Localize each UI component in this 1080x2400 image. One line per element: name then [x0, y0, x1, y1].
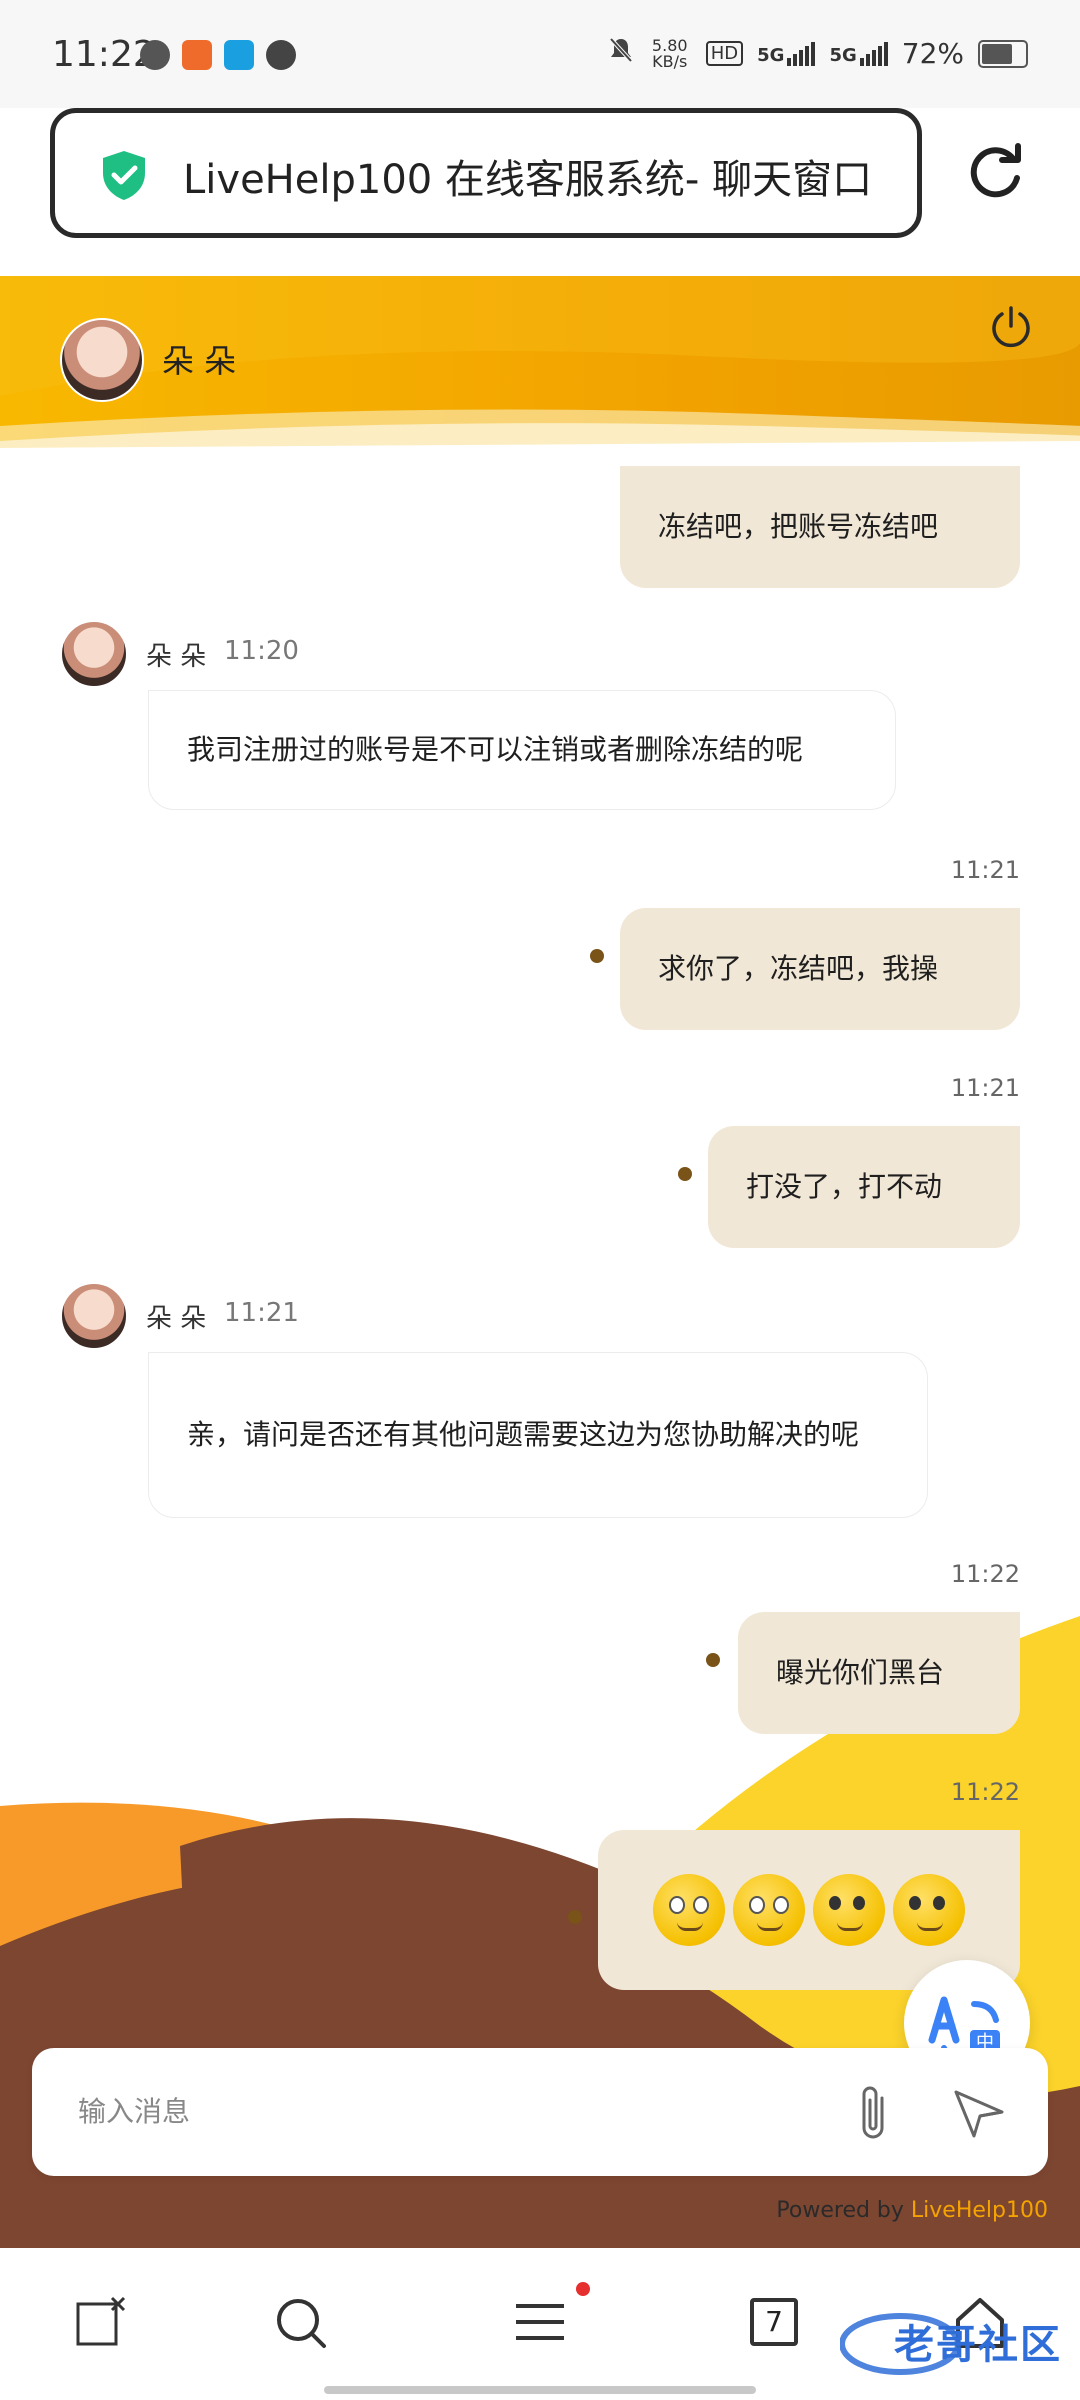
- reload-icon[interactable]: [964, 142, 1026, 204]
- address-bar[interactable]: LiveHelp100 在线客服系统- 聊天窗口: [50, 108, 922, 238]
- message-time: 11:22: [950, 1560, 1020, 1588]
- agent-name: 朵 朵: [146, 642, 207, 672]
- my-message-bubble[interactable]: 打没了，打不动: [708, 1126, 1020, 1248]
- attachment-icon[interactable]: [852, 2080, 896, 2146]
- chat-header: 朵 朵: [0, 276, 1080, 466]
- message-time: 11:21: [224, 1298, 299, 1328]
- close-tab-icon[interactable]: [72, 2294, 128, 2350]
- net-speed: 5.80 KB/s: [651, 35, 688, 71]
- agent-name: 朵 朵: [162, 342, 237, 380]
- message-icon: [266, 40, 296, 70]
- agent-message-bubble[interactable]: 亲，请问是否还有其他问题需要这边为您协助解决的呢: [148, 1352, 928, 1518]
- read-status-dot: [568, 1910, 582, 1924]
- hd-badge: HD: [705, 41, 744, 66]
- message-time: 11:21: [950, 1074, 1020, 1102]
- smile-emoji-icon: [813, 1874, 885, 1946]
- app-notification-icon: [182, 40, 212, 70]
- search-icon[interactable]: [272, 2294, 328, 2350]
- watermark: 老哥社区: [839, 2304, 1072, 2378]
- my-message-bubble[interactable]: 求你了，冻结吧，我操: [620, 908, 1020, 1030]
- watermark-text: 老哥社区: [894, 2322, 1062, 2368]
- read-status-dot: [678, 1167, 692, 1181]
- my-message-bubble[interactable]: 曝光你们黑台: [738, 1612, 1020, 1734]
- mute-icon: [608, 36, 634, 71]
- tabs-count-button[interactable]: 7: [750, 2298, 798, 2346]
- message-time: 11:20: [224, 636, 299, 666]
- eye-roll-emoji-icon: [733, 1874, 805, 1946]
- eye-roll-emoji-icon: [653, 1874, 725, 1946]
- powered-by: Powered by LiveHelp100: [776, 2198, 1048, 2223]
- agent-avatar: [60, 318, 144, 402]
- status-right: 5.80 KB/s HD 5G 5G 72%: [608, 36, 1028, 71]
- power-icon[interactable]: [988, 304, 1034, 350]
- agent-name: 朵 朵: [146, 1304, 207, 1334]
- message-time: 11:21: [950, 856, 1020, 884]
- sim1-signal: 5G: [757, 41, 816, 66]
- my-message-bubble[interactable]: 冻结吧，把账号冻结吧: [620, 466, 1020, 588]
- signal-icon: [787, 41, 816, 66]
- message-input[interactable]: 输入消息: [78, 2090, 190, 2130]
- smile-emoji-icon: [893, 1874, 965, 1946]
- agent-message-bubble[interactable]: 我司注册过的账号是不可以注销或者删除冻结的呢: [148, 690, 896, 810]
- status-bar: 11:22 5.80 KB/s HD 5G 5G 72%: [0, 0, 1080, 108]
- tabs-count: 7: [765, 2305, 783, 2338]
- battery-icon: [978, 39, 1028, 68]
- read-status-dot: [590, 949, 604, 963]
- agent-avatar: [60, 620, 128, 688]
- wifi-app-icon: [224, 40, 254, 70]
- brand-link[interactable]: LiveHelp100: [911, 2198, 1048, 2223]
- message-time: 11:22: [950, 1778, 1020, 1806]
- shield-check-icon: [103, 151, 145, 200]
- read-status-dot: [706, 1653, 720, 1667]
- page-title: LiveHelp100 在线客服系统- 聊天窗口: [183, 157, 873, 203]
- signal-icon: [859, 41, 888, 66]
- home-indicator[interactable]: [324, 2386, 756, 2394]
- sim2-signal: 5G: [829, 41, 888, 66]
- wechat-icon: [140, 40, 170, 70]
- agent-avatar: [60, 1282, 128, 1350]
- emoji-row: [653, 1874, 965, 1946]
- send-icon[interactable]: [952, 2086, 1006, 2140]
- battery-level: 72%: [901, 37, 964, 70]
- menu-icon[interactable]: [512, 2294, 568, 2350]
- message-input-bar[interactable]: 输入消息: [32, 2048, 1048, 2176]
- notification-icons: [140, 40, 296, 70]
- menu-notification-dot: [576, 2282, 590, 2296]
